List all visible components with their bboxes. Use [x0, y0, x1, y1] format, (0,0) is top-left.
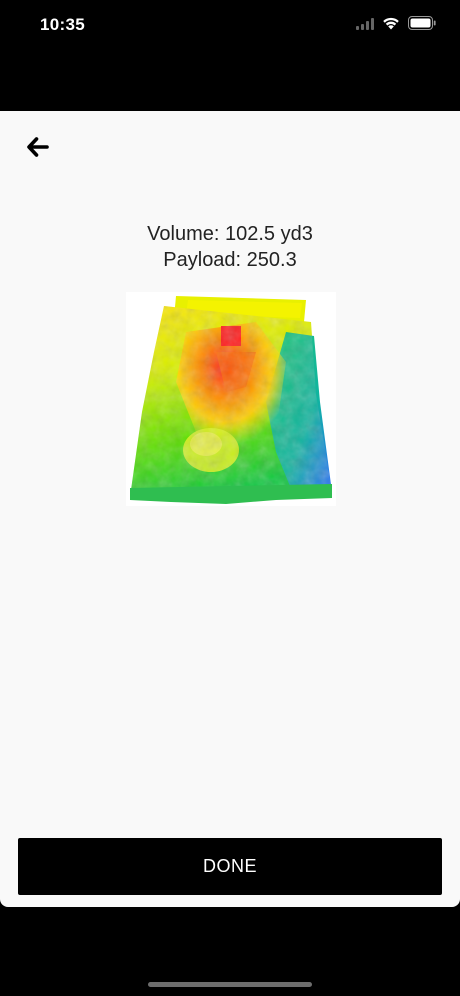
payload-text: Payload: 250.3 — [163, 249, 297, 271]
home-indicator[interactable] — [148, 982, 312, 987]
arrow-left-icon — [27, 136, 49, 162]
wifi-icon — [382, 16, 400, 35]
cellular-signal-icon — [356, 17, 374, 35]
scan-height-map-image — [126, 292, 336, 506]
status-bar: 10:35 — [0, 0, 460, 50]
measurement-info: Volume: 102.5 yd3 Payload: 250.3 — [0, 221, 460, 273]
status-icons — [356, 16, 436, 35]
back-button[interactable] — [22, 133, 54, 165]
volume-text: Volume: 102.5 yd3 — [147, 223, 313, 245]
battery-icon — [408, 16, 436, 35]
done-button[interactable]: DONE — [18, 838, 442, 895]
result-sheet: Volume: 102.5 yd3 Payload: 250.3 DONE — [0, 111, 460, 907]
status-time: 10:35 — [40, 15, 85, 34]
